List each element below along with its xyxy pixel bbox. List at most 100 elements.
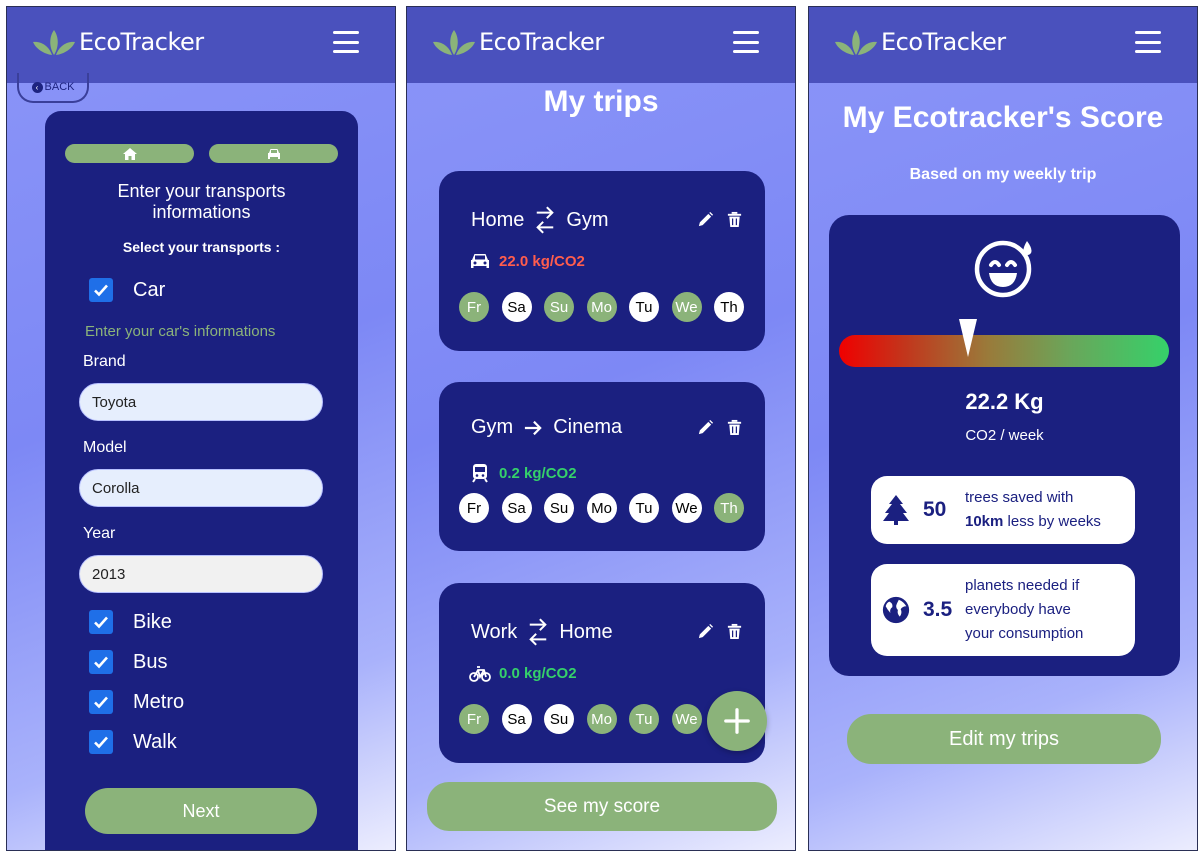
checkbox-checked[interactable] (89, 278, 113, 302)
form-subtitle: Select your transports : (122, 239, 281, 255)
app-logo[interactable]: EcoTracker (833, 27, 1006, 57)
screen-my-trips: EcoTracker My trips Home Gym 22.0 kg/CO2 Fr… (406, 6, 796, 851)
brand-label: Brand (83, 353, 126, 370)
edit-trips-button[interactable]: Edit my trips (847, 714, 1161, 764)
emission-gauge (839, 335, 1169, 367)
day-toggle[interactable]: Sa (501, 704, 532, 734)
day-toggle[interactable]: We (671, 704, 702, 734)
trip-to: Gym (566, 208, 609, 231)
trees-text-tail: less by weeks (1007, 513, 1101, 530)
day-toggle[interactable]: Fr (459, 704, 489, 734)
trip-co2: 0.2 kg/CO2 (469, 463, 577, 483)
trip-from: Work (471, 620, 518, 643)
day-toggle[interactable]: Fr (459, 292, 489, 322)
trip-days: Fr Sa Su Mo Tu We Th (459, 493, 744, 523)
day-toggle[interactable]: We (671, 493, 702, 523)
metro-label: Metro (133, 690, 185, 713)
step-home[interactable] (65, 144, 194, 163)
day-toggle[interactable]: Tu (629, 704, 659, 734)
car-icon (267, 148, 280, 159)
swap-arrows-icon (536, 206, 555, 234)
car-checkbox-row[interactable]: Car (89, 278, 165, 302)
checkbox-checked[interactable] (89, 690, 113, 714)
trip-co2-value: 22.0 kg/CO2 (499, 252, 585, 270)
walk-label: Walk (133, 730, 177, 753)
pencil-icon[interactable] (697, 211, 714, 228)
day-toggle[interactable]: Fr (459, 493, 489, 523)
trip-co2-value: 0.2 kg/CO2 (499, 464, 577, 482)
planets-stat-card: 3.5 planets needed if everybody have you… (871, 564, 1135, 656)
day-toggle[interactable]: Su (544, 493, 574, 523)
day-toggle[interactable]: We (671, 292, 702, 322)
day-toggle[interactable]: Sa (501, 292, 532, 322)
model-label: Model (83, 439, 127, 456)
car-info-hint: Enter your car's informations (85, 323, 276, 340)
day-toggle[interactable]: Su (544, 292, 574, 322)
add-trip-button[interactable] (707, 691, 767, 751)
smiley-sweat-icon (974, 240, 1032, 298)
bike-checkbox-row[interactable]: Bike (89, 610, 172, 634)
model-field[interactable]: Corolla (79, 469, 323, 507)
day-toggle[interactable]: Th (714, 292, 744, 322)
home-icon (122, 147, 137, 160)
screen-transports: EcoTracker ‹ BACK Enter your transports … (6, 6, 396, 851)
page-title: My Ecotracker's Score (842, 101, 1164, 134)
score-value: 22.2 Kg (965, 389, 1044, 414)
trash-icon[interactable] (726, 211, 743, 228)
next-button[interactable]: Next (85, 788, 317, 834)
checkbox-checked[interactable] (89, 730, 113, 754)
app-logo[interactable]: EcoTracker (31, 27, 204, 57)
bus-label: Bus (133, 650, 168, 673)
day-toggle[interactable]: Mo (586, 704, 617, 734)
brand-field[interactable]: Toyota (79, 383, 323, 421)
metro-checkbox-row[interactable]: Metro (89, 690, 184, 714)
trip-card[interactable]: Gym Cinema 0.2 kg/CO2 Fr Sa Su Mo Tu We Th (439, 382, 765, 551)
hamburger-menu-icon[interactable] (1135, 31, 1161, 53)
route-arrow (523, 419, 543, 437)
globe-icon (882, 596, 910, 624)
arrow-right-icon (525, 420, 542, 435)
trip-from: Gym (471, 416, 514, 438)
bike-label: Bike (133, 610, 172, 633)
route-arrow (527, 615, 549, 649)
page-subtitle: Based on my weekly trip (909, 166, 1097, 183)
car-label: Car (133, 278, 166, 301)
checkbox-checked[interactable] (89, 610, 113, 634)
trash-icon[interactable] (726, 623, 743, 640)
year-label: Year (83, 525, 116, 542)
app-name: EcoTracker (881, 28, 1006, 56)
trash-icon[interactable] (726, 419, 743, 436)
plus-icon (724, 708, 750, 734)
day-toggle[interactable]: Mo (586, 493, 617, 523)
day-toggle[interactable]: Su (544, 704, 574, 734)
year-field[interactable]: 2013 (79, 555, 323, 593)
hamburger-menu-icon[interactable] (733, 31, 759, 53)
step-car[interactable] (209, 144, 338, 163)
bus-checkbox-row[interactable]: Bus (89, 650, 167, 674)
pencil-icon[interactable] (697, 419, 714, 436)
trip-route: Home Gym (471, 203, 609, 237)
checkbox-checked[interactable] (89, 650, 113, 674)
app-name: EcoTracker (479, 28, 604, 56)
see-score-button[interactable]: See my score (427, 782, 777, 831)
trip-route: Gym Cinema (471, 416, 622, 439)
trip-from: Home (471, 208, 525, 231)
pencil-icon[interactable] (697, 623, 714, 640)
trip-route: Work Home (471, 615, 613, 649)
day-toggle[interactable]: Tu (629, 292, 659, 322)
day-toggle[interactable]: Mo (586, 292, 617, 322)
trip-card[interactable]: Home Gym 22.0 kg/CO2 Fr Sa Su Mo Tu We Th (439, 171, 765, 351)
walk-checkbox-row[interactable]: Walk (89, 730, 177, 754)
trees-text-line1: trees saved with (965, 489, 1074, 506)
day-toggle[interactable]: Sa (501, 493, 532, 523)
back-button[interactable]: ‹ BACK (17, 73, 89, 103)
car-icon (471, 254, 489, 268)
check-icon (94, 696, 108, 709)
app-logo[interactable]: EcoTracker (431, 27, 604, 57)
bike-icon (469, 666, 491, 682)
day-toggle[interactable]: Tu (629, 493, 659, 523)
day-toggle[interactable]: Th (714, 493, 744, 523)
leaf-logo-icon (835, 30, 877, 55)
trip-actions (697, 211, 743, 228)
hamburger-menu-icon[interactable] (333, 31, 359, 53)
